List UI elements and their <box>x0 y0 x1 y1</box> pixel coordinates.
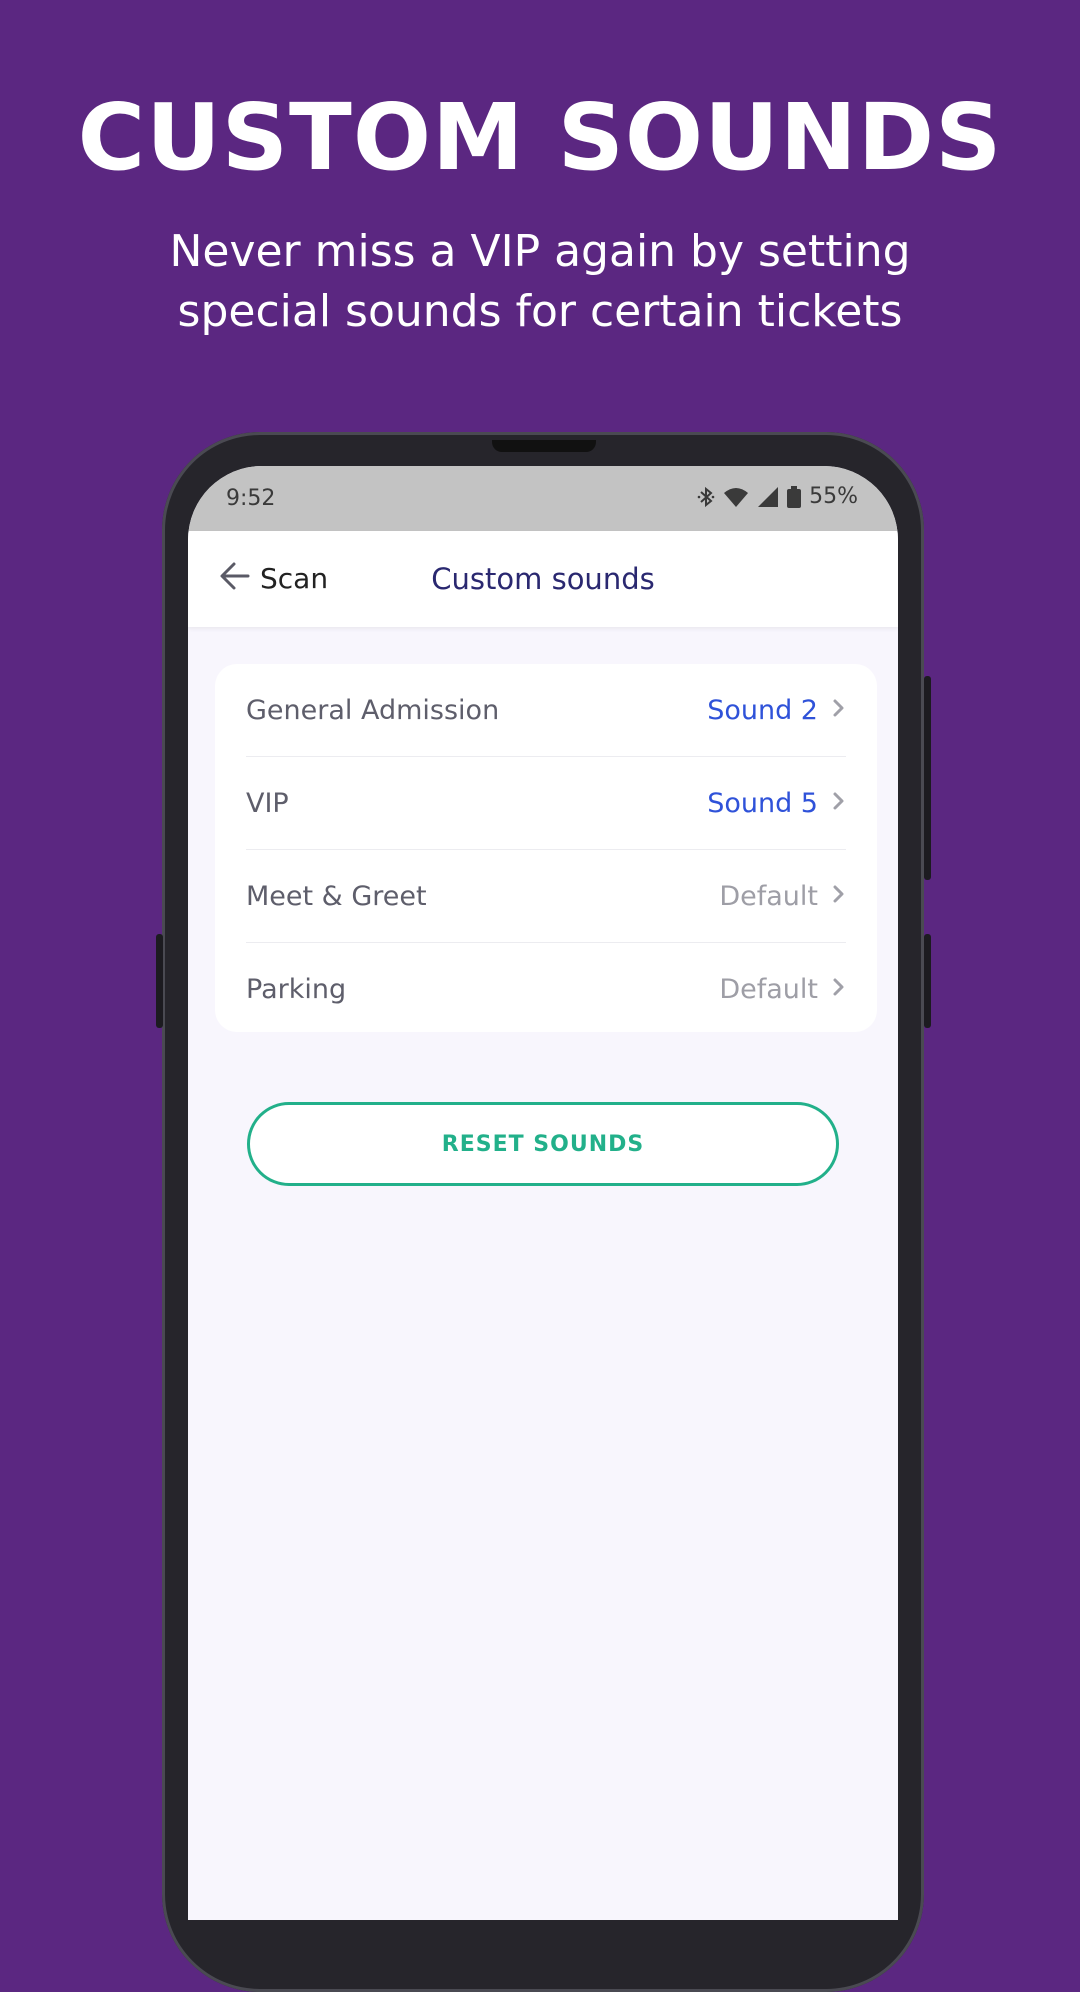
chevron-right-icon <box>832 884 846 908</box>
promo-subhead: Never miss a VIP again by setting specia… <box>0 222 1080 342</box>
ticket-sound-value: Sound 2 <box>707 695 846 726</box>
chevron-right-icon <box>832 791 846 815</box>
nav-bar: Scan Custom sounds <box>188 531 898 627</box>
ticket-label: Meet & Greet <box>246 880 427 912</box>
list-item-parking[interactable]: Parking Default <box>246 943 846 1035</box>
battery-icon <box>787 485 802 508</box>
ticket-label: General Admission <box>246 694 500 726</box>
bluetooth-icon <box>697 486 715 508</box>
wifi-icon <box>723 486 749 508</box>
list-item-vip[interactable]: VIP Sound 5 <box>246 757 846 849</box>
phone-side-button <box>924 934 931 1028</box>
chevron-right-icon <box>832 698 846 722</box>
status-bar: 9:52 55% <box>188 466 898 531</box>
ticket-sound-value: Default <box>719 974 846 1005</box>
ticket-label: Parking <box>246 973 347 1005</box>
phone-screen: 9:52 55% Scan Custom sounds General Admi… <box>188 466 898 1920</box>
promo-subhead-line-2: special sounds for certain tickets <box>177 286 903 337</box>
signal-icon <box>757 486 779 508</box>
reset-sounds-button[interactable]: RESET SOUNDS <box>247 1102 839 1186</box>
ticket-label: VIP <box>246 787 289 819</box>
promo-subhead-line-1: Never miss a VIP again by setting <box>169 226 911 277</box>
battery-level: 55% <box>809 484 858 509</box>
ticket-sounds-card: General Admission Sound 2 VIP Sound 5 Me… <box>215 664 877 1032</box>
status-icons: 55% <box>697 484 858 509</box>
list-item-general-admission[interactable]: General Admission Sound 2 <box>246 664 846 756</box>
sound-value: Default <box>719 880 818 912</box>
phone-side-button <box>924 676 931 880</box>
sound-value: Sound 5 <box>707 787 818 819</box>
promo-headline: CUSTOM SOUNDS <box>77 84 1003 191</box>
ticket-sound-value: Sound 5 <box>707 788 846 819</box>
phone-side-button <box>156 934 163 1028</box>
camera-notch <box>492 440 596 452</box>
page-title: Custom sounds <box>431 562 655 596</box>
sound-value: Sound 2 <box>707 694 818 726</box>
ticket-sound-value: Default <box>719 881 846 912</box>
sound-value: Default <box>719 973 818 1005</box>
chevron-right-icon <box>832 977 846 1001</box>
list-item-meet-greet[interactable]: Meet & Greet Default <box>246 850 846 942</box>
status-time: 9:52 <box>226 486 276 511</box>
